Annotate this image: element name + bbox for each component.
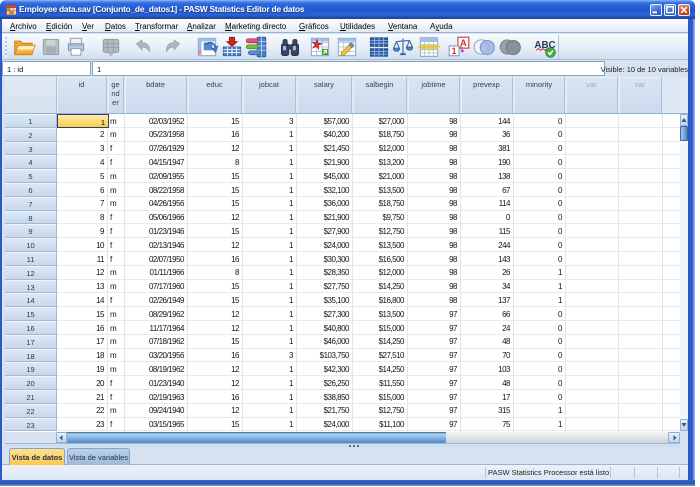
svg-text:1: 1 (452, 46, 457, 56)
svg-text:A: A (460, 38, 467, 48)
